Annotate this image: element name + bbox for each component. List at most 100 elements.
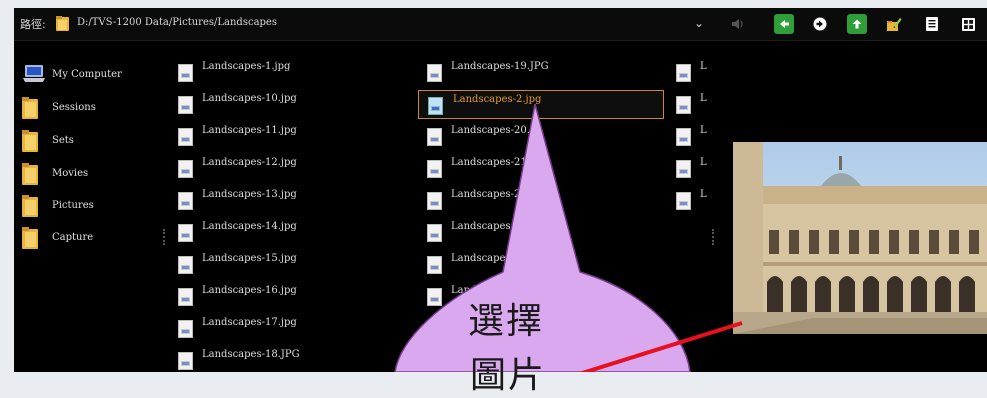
image-file-icon [178,160,193,178]
file-name: Landscapes-11.jpg [202,125,297,136]
image-file-icon [676,192,691,210]
sidebar-item-label: Sets [52,135,74,146]
sidebar-item-label: Pictures [52,200,94,211]
image-file-icon [427,320,442,338]
sidebar-item-pictures[interactable]: Pictures [22,195,162,219]
folder-icon [22,130,38,152]
file-item[interactable]: Landscapes-11.jpg [178,123,408,147]
image-file-icon [178,128,193,146]
image-file-icon [676,64,691,82]
file-name: Landscapes-17.jpg [202,317,297,328]
file-name: L [700,61,707,72]
image-preview [733,142,987,334]
file-item[interactable]: Landscapes-21. [427,155,657,179]
sidebar-resize-handle[interactable] [163,229,167,245]
file-item[interactable]: Landscapes-16.jpg [178,283,408,307]
image-file-icon [427,64,442,82]
preview-resize-handle[interactable] [712,229,716,245]
image-file-icon [427,288,442,306]
sidebar-item-sessions[interactable]: Sessions [22,97,162,121]
file-item[interactable]: Landscapes-17.jpg [178,315,408,339]
file-name: Landscapes-1.jpg [202,61,291,72]
edit-icon[interactable] [884,14,904,34]
file-name: L [700,93,707,104]
sidebar-item-label: Sessions [52,102,96,113]
sidebar-item-label: Capture [52,232,94,243]
image-file-icon [676,128,691,146]
file-name: Landscapes-2 [451,189,521,200]
folder-icon [22,163,38,185]
file-item[interactable]: Landscapes-18.JPG [178,347,408,371]
file-name: Landscape [451,253,506,264]
file-item[interactable]: Landscapes [427,219,657,243]
file-name: Landscapes-12.jpg [202,157,297,168]
up-icon[interactable] [847,14,867,34]
forward-icon[interactable] [810,14,830,34]
file-name: Landscapes [451,221,511,232]
file-name: Landscapes-10.jpg [202,93,297,104]
file-name: Landscapes-13.jpg [202,189,297,200]
file-item[interactable]: Landscapes-13.jpg [178,187,408,211]
toolbar: 路徑: D:/TVS-1200 Data/Pictures/Landscapes… [14,8,987,41]
file-item[interactable]: L [676,187,726,211]
image-file-icon [427,256,442,274]
file-item[interactable]: Landscapes-1.jpg [178,59,408,83]
sidebar-item-label: Movies [52,168,89,179]
file-name: Landscapes-21. [451,157,530,168]
image-file-icon [427,128,442,146]
file-item[interactable]: Landscapes-2 [427,187,657,211]
callout-text-line2: 圖片 [470,355,547,396]
sidebar-item-movies[interactable]: Movies [22,163,162,187]
list-view-icon[interactable] [922,14,942,34]
image-file-icon [427,224,442,242]
image-file-icon [178,192,193,210]
computer-icon [23,65,45,82]
file-name: Landscapes-2.jpg [453,94,542,105]
file-item[interactable]: L [676,123,726,147]
back-icon[interactable] [774,14,794,34]
file-name: L [700,157,707,168]
image-file-icon [428,97,443,115]
image-file-icon [676,160,691,178]
file-item[interactable]: Landscapes-15.jpg [178,251,408,275]
sidebar-item-sets[interactable]: Sets [22,130,162,154]
folder-icon [22,97,38,119]
folder-icon [22,227,38,249]
file-item[interactable]: Landscape [427,251,657,275]
file-name: Landscapes-18.JPG [202,349,300,360]
file-item[interactable]: Landscapes-12.jpg [178,155,408,179]
file-name: Landscapes-19.JPG [451,61,549,72]
sidebar-item-my-computer[interactable]: My Computer [22,64,162,88]
image-file-icon [178,96,193,114]
image-file-icon [676,96,691,114]
chevron-down-icon[interactable]: ⌄ [690,13,708,33]
file-name: L [700,125,707,136]
folder-icon [56,16,69,31]
file-item[interactable]: L [676,155,726,179]
file-name: L [700,189,707,200]
image-file-icon [427,192,442,210]
file-name: Landscapes-15.jpg [202,253,297,264]
file-item[interactable]: Landscapes-19.JPG [427,59,657,83]
path-label: 路徑: [20,18,46,31]
file-item[interactable]: Landscapes-20.jp [427,123,657,147]
path-field[interactable]: D:/TVS-1200 Data/Pictures/Landscapes [53,13,725,35]
image-file-icon [178,288,193,306]
sidebar-item-capture[interactable]: Capture [22,227,162,251]
path-value: D:/TVS-1200 Data/Pictures/Landscapes [77,17,277,28]
file-name: Landscapes-14.jpg [202,221,297,232]
file-item[interactable]: Landscapes-10.jpg [178,91,408,115]
speaker-icon[interactable] [728,14,748,34]
file-item-selected[interactable]: Landscapes-2.jpg [418,90,664,119]
image-file-icon [178,256,193,274]
image-file-icon [427,160,442,178]
grid-view-icon[interactable] [958,14,978,34]
folder-icon [22,195,38,217]
file-item[interactable]: Landscapes-14.jpg [178,219,408,243]
file-item[interactable]: L [676,59,726,83]
image-file-icon [178,224,193,242]
sidebar-item-label: My Computer [52,69,122,80]
file-item[interactable]: L [676,91,726,115]
file-name: Landscapes-20.jp [451,125,540,136]
file-name: Landscapes-16.jpg [202,285,297,296]
